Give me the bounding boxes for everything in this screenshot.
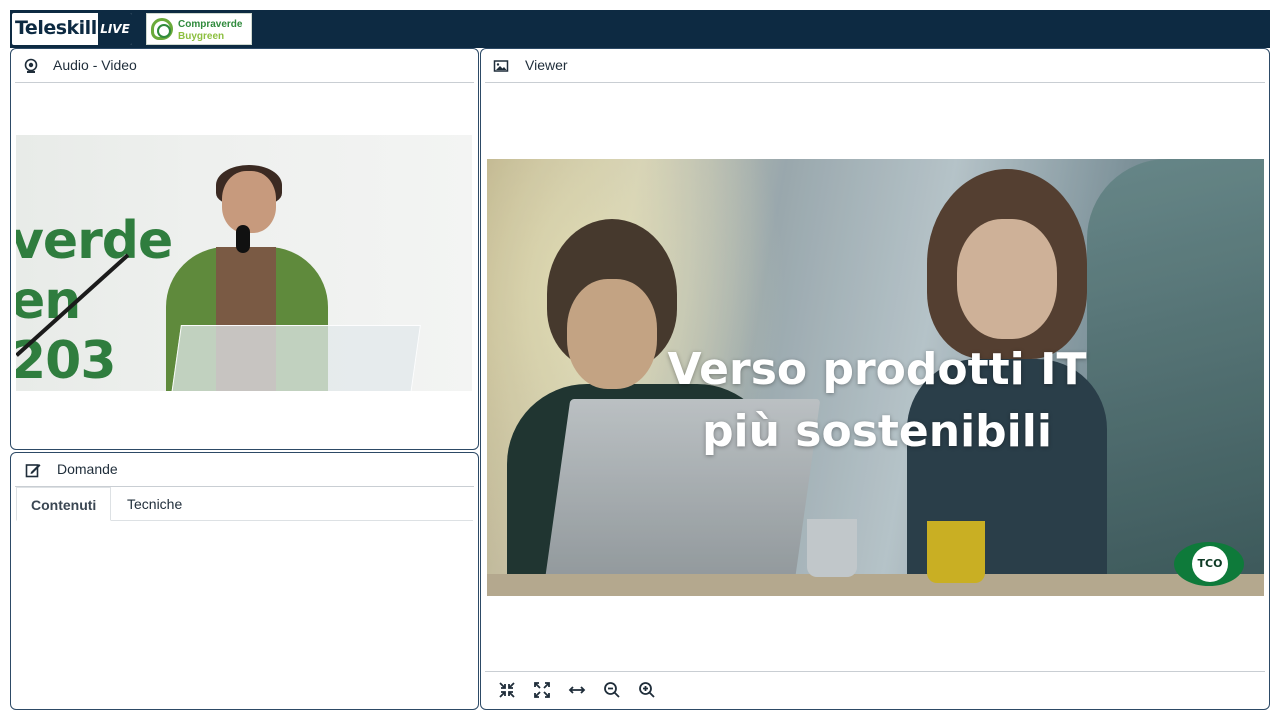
video-backdrop-text: verde en 203	[16, 211, 173, 391]
brand-name: Teleskill	[15, 17, 97, 39]
questions-header: Domande	[15, 453, 474, 487]
slide-title-line1: Verso prodotti IT	[667, 344, 1087, 395]
slide-title: Verso prodotti IT più sostenibili	[637, 339, 1117, 463]
presentation-slide[interactable]: Verso prodotti IT più sostenibili TCO	[487, 159, 1264, 596]
speaker-head	[222, 171, 276, 233]
questions-title: Domande	[57, 461, 118, 477]
audio-video-title: Audio - Video	[53, 57, 137, 73]
edit-icon	[25, 464, 41, 478]
viewer-header: Viewer	[485, 49, 1265, 83]
slide-title-line2: più sostenibili	[702, 406, 1052, 457]
expand-icon[interactable]	[532, 680, 552, 700]
tco-certified-logo: TCO	[1174, 542, 1244, 586]
viewer-toolbar	[485, 671, 1265, 709]
leaf-icon	[151, 18, 173, 40]
tab-contenuti[interactable]: Contenuti	[16, 487, 112, 521]
brand-live-badge: LIVE	[98, 13, 132, 45]
teleskill-logo: Teleskill LIVE	[12, 13, 132, 45]
image-icon	[493, 60, 509, 72]
compraverde-logo: Compraverde Buygreen	[146, 13, 252, 45]
questions-tabs: Contenuti Tecniche	[16, 487, 473, 521]
tco-label: TCO	[1192, 546, 1228, 582]
tab-tecniche[interactable]: Tecniche	[113, 487, 196, 521]
audio-video-header: Audio - Video	[15, 49, 474, 83]
microphone	[236, 225, 250, 253]
viewer-title: Viewer	[525, 57, 568, 73]
audio-video-panel: Audio - Video verde en 203	[10, 48, 479, 450]
compress-icon[interactable]	[497, 680, 517, 700]
questions-panel: Domande Contenuti Tecniche	[10, 452, 479, 710]
partner-name-line2: Buygreen	[178, 31, 225, 42]
zoom-out-icon[interactable]	[602, 680, 622, 700]
speaker-video[interactable]: verde en 203	[16, 135, 472, 391]
fit-width-icon[interactable]	[567, 680, 587, 700]
partner-name-line1: Compraverde	[178, 19, 243, 30]
podium	[171, 325, 421, 391]
viewer-panel: Viewer Verso prodotti IT più sostenibili…	[480, 48, 1270, 710]
webcam-icon	[24, 58, 38, 73]
zoom-in-icon[interactable]	[637, 680, 657, 700]
